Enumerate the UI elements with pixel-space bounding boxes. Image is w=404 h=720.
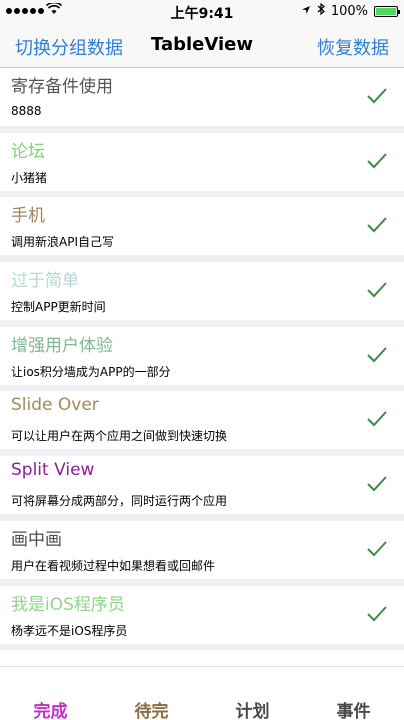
row-subtitle: 可以让用户在两个应用之间做到快速切换 <box>11 429 228 444</box>
row-title: Split View <box>11 460 95 481</box>
row-subtitle: 小猪猪 <box>11 170 48 185</box>
row-subtitle: 控制APP更新时间 <box>11 300 106 315</box>
row-title: 画中画 <box>11 529 62 550</box>
row-subtitle: 让ios积分墙成为APP的一部分 <box>11 364 171 379</box>
tab-bar: 完成 待完 计划 事件 <box>0 666 404 720</box>
battery-icon <box>374 5 400 17</box>
tab-4[interactable]: 事件 <box>303 667 404 720</box>
table-row[interactable]: 进支涛结婚 <box>0 650 404 658</box>
navigation-bar: 切换分组数据 TableView 恢复数据 <box>0 22 404 68</box>
row-title: 进支涛结婚 <box>11 654 96 658</box>
row-title: 过于简单 <box>11 271 79 292</box>
table-row[interactable]: 过于简单控制APP更新时间 <box>0 262 404 321</box>
checkmark-icon <box>367 88 387 104</box>
row-subtitle: 8888 <box>11 104 42 118</box>
table-row[interactable]: 手机调用新浪API自己写 <box>0 197 404 256</box>
table-row[interactable]: Split View 可将屏幕分成两部分，同时运行两个应用 <box>0 456 404 515</box>
checkmark-icon <box>367 217 387 233</box>
tab-1[interactable]: 完成 <box>0 667 101 720</box>
tab-3[interactable]: 计划 <box>202 667 303 720</box>
table-row[interactable]: 论坛 小猪猪 <box>0 132 404 191</box>
row-title: 增强用户体验 <box>11 335 113 356</box>
row-subtitle: 可将屏幕分成两部分，同时运行两个应用 <box>11 494 228 509</box>
row-subtitle: 用户在看视频过程中如果想看或回邮件 <box>11 558 216 573</box>
table-row[interactable]: Slide Over 可以让用户在两个应用之间做到快速切换 <box>0 391 404 450</box>
table-row[interactable]: 增强用户体验让ios积分墙成为APP的一部分 <box>0 326 404 385</box>
table-view[interactable]: 寄存备件使用 8888 论坛小猪猪手机调用新浪API自己写过于简单控制APP更新时间… <box>0 68 404 658</box>
table-row[interactable]: 我是iOS程序员杨孝远不是iOS程序员 <box>0 585 404 644</box>
row-subtitle: 杨孝远不是iOS程序员 <box>11 623 128 638</box>
checkmark-icon <box>367 153 387 169</box>
row-title: Slide Over <box>11 395 99 416</box>
row-title: 寄存备件使用 <box>11 77 113 97</box>
row-title: 我是iOS程序员 <box>11 594 125 615</box>
checkmark-icon <box>367 541 387 557</box>
restore-data-button[interactable]: 恢复数据 <box>317 34 389 60</box>
battery-percentage: 100% <box>330 3 368 19</box>
location-arrow-icon <box>301 4 311 19</box>
checkmark-icon <box>367 605 387 621</box>
checkmark-icon <box>367 282 387 298</box>
checkmark-icon <box>367 411 387 427</box>
bluetooth-icon <box>317 2 325 19</box>
row-subtitle: 调用新浪API自己写 <box>11 235 114 250</box>
status-bar: 上午9:41 100% <box>0 0 404 22</box>
tab-2[interactable]: 待完 <box>101 667 202 720</box>
table-row[interactable]: 画中画用户在看视频过程中如果想看或回邮件 <box>0 520 404 579</box>
row-title: 手机 <box>11 206 45 227</box>
checkmark-icon <box>367 476 387 492</box>
row-title: 论坛 <box>11 141 45 162</box>
table-row[interactable]: 寄存备件使用 8888 <box>0 68 404 126</box>
checkmark-icon <box>367 347 387 363</box>
